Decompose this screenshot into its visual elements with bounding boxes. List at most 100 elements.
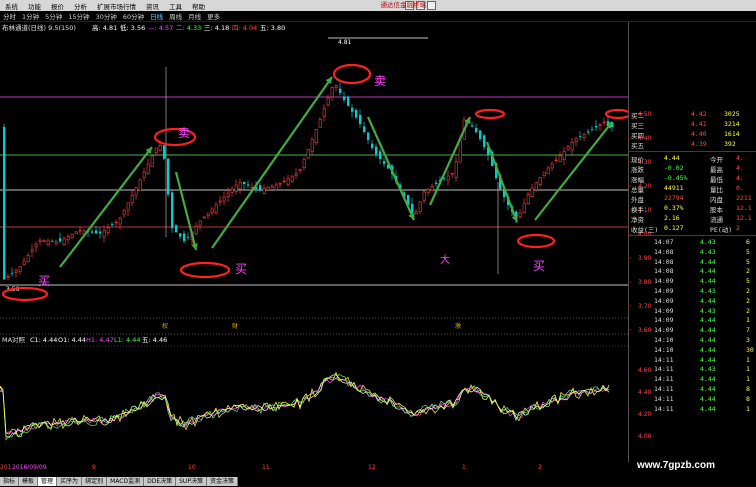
menu-item-5[interactable]: 资讯: [141, 1, 164, 11]
candle-body: [175, 225, 178, 233]
candle-body: [294, 173, 298, 176]
candle-body: [194, 225, 198, 235]
menu-item-3[interactable]: 分析: [69, 1, 92, 11]
stat-row: 外盘 22794 内盘 2211: [628, 194, 756, 204]
stat-label-2: 最高: [710, 166, 723, 174]
candle-body: [471, 125, 474, 127]
candle-body: [446, 175, 450, 181]
indicator-chart[interactable]: MA对照 C1: 4.44 O1: 4.44 H1: 4.47 L1: 4.44 五: 4…: [0, 336, 628, 462]
event-marker[interactable]: 激: [455, 322, 461, 330]
menu-item-4[interactable]: 扩展市场行情: [92, 1, 141, 11]
candle-body: [146, 163, 150, 174]
stat-value: -0.02: [664, 164, 684, 172]
menu-item-1[interactable]: 功能: [23, 1, 46, 11]
candle-body: [347, 96, 350, 106]
quote-volume: 392: [724, 140, 736, 148]
candle-body: [59, 238, 62, 242]
period-tab-6[interactable]: 日线: [147, 11, 166, 21]
candle-body: [238, 182, 242, 190]
candle-body: [310, 139, 314, 152]
tick-row: 14:08 4.44 2: [628, 267, 756, 276]
main-legend-value: —: 4.57: [148, 24, 173, 32]
candle-body: [202, 216, 206, 219]
period-tab-8[interactable]: 月线: [185, 11, 204, 21]
candle-body: [314, 129, 318, 144]
tick-row: 14:11 4.44 8: [628, 395, 756, 404]
candle-body: [418, 201, 422, 213]
period-tab-0[interactable]: 分时: [0, 11, 19, 21]
stat-row: 收益(三) 0.127 PE(动) 2: [628, 224, 756, 234]
period-tab-9[interactable]: 更多: [204, 11, 223, 21]
bottom-tab-6[interactable]: DDE决策: [144, 477, 177, 486]
tick-row: 14:09 4.43 2: [628, 307, 756, 316]
tick-row: 14:11 4.44 1: [628, 405, 756, 414]
stat-value: 2.16: [664, 214, 680, 222]
candle-body: [158, 145, 162, 151]
highlight-oval: [604, 108, 628, 120]
tick-volume: 8: [746, 394, 750, 403]
stat-label-2: 流通: [710, 216, 723, 224]
candlestick-chart[interactable]: 布林通道(日线) 9.5(150) 高: 4.81 低: 3.56 —: 4.57 二:…: [0, 22, 628, 336]
candle-body: [70, 233, 74, 239]
candle-body: [591, 129, 594, 131]
event-marker[interactable]: 财: [232, 322, 238, 330]
candle-body: [574, 138, 578, 142]
menu-item-7[interactable]: 帮助: [187, 1, 210, 11]
period-tab-3[interactable]: 15分钟: [65, 11, 92, 21]
candle-body: [114, 221, 118, 224]
main-legend-value: 高: 4.81: [92, 23, 117, 32]
bottom-tab-3[interactable]: 买序为: [57, 477, 83, 486]
menu-item-6[interactable]: 工具: [164, 1, 187, 11]
event-marker[interactable]: 权: [162, 322, 168, 330]
stat-row: 总量 44911 量比 0.: [628, 184, 756, 194]
period-tab-2[interactable]: 5分钟: [42, 11, 65, 21]
candle-body: [130, 195, 134, 203]
candle-body: [579, 136, 582, 138]
tick-time: 14:09: [654, 306, 674, 315]
period-tab-5[interactable]: 60分钟: [120, 11, 147, 21]
bottom-tab-8[interactable]: 资金决策: [206, 477, 238, 486]
trend-arrow: [534, 121, 613, 221]
candle-body: [422, 191, 426, 201]
sell-label: 卖: [178, 126, 190, 140]
trend-arrow: [59, 146, 153, 268]
candle-body: [306, 149, 310, 159]
candle-body: [522, 203, 526, 213]
stat-row: 涨幅 -0.45% 最低 4.: [628, 174, 756, 184]
tick-row: 14:10 4.44 3: [628, 336, 756, 345]
bottom-tab-0[interactable]: 指标: [0, 477, 20, 486]
stat-label-2: PE(动): [710, 226, 733, 234]
period-tab-1[interactable]: 1分钟: [19, 11, 42, 21]
candle-body: [259, 185, 262, 190]
candle-body: [183, 233, 186, 241]
bottom-tab-1[interactable]: 模板: [19, 477, 39, 486]
tick-time: 14:09: [654, 316, 674, 325]
candle-body: [187, 236, 190, 238]
bottom-tab-5[interactable]: MACD监测: [107, 477, 145, 486]
candle-body: [530, 187, 534, 197]
candle-body: [54, 241, 58, 244]
stat-label-2: 股本: [710, 206, 723, 214]
period-tab-4[interactable]: 30分钟: [93, 11, 120, 21]
menu-item-2[interactable]: 报价: [46, 1, 69, 11]
candle-body: [290, 175, 294, 182]
period-tab-7[interactable]: 周线: [166, 11, 185, 21]
bottom-tab-4[interactable]: 绑定别: [82, 477, 108, 486]
stat-label: 收益(三): [631, 226, 659, 234]
candle-body: [587, 131, 590, 133]
trend-arrow: [174, 171, 198, 251]
stat-value: 44911: [664, 184, 684, 192]
candle-body: [367, 132, 370, 140]
bottom-tab-7[interactable]: SUP决策: [176, 477, 207, 486]
trend-arrow: [366, 116, 416, 221]
bottom-tab-2[interactable]: 管理: [38, 477, 58, 486]
candle-body: [154, 147, 158, 153]
candle-body: [339, 88, 342, 93]
menu-item-0[interactable]: 系统: [0, 1, 23, 11]
candle-body: [14, 269, 18, 273]
tick-row: 14:09 4.43 2: [628, 287, 756, 296]
stat-label: 外盘: [631, 196, 644, 204]
close-icon[interactable]: [427, 1, 436, 10]
stat-label-2: 内盘: [710, 196, 723, 204]
candle-body: [546, 167, 550, 175]
